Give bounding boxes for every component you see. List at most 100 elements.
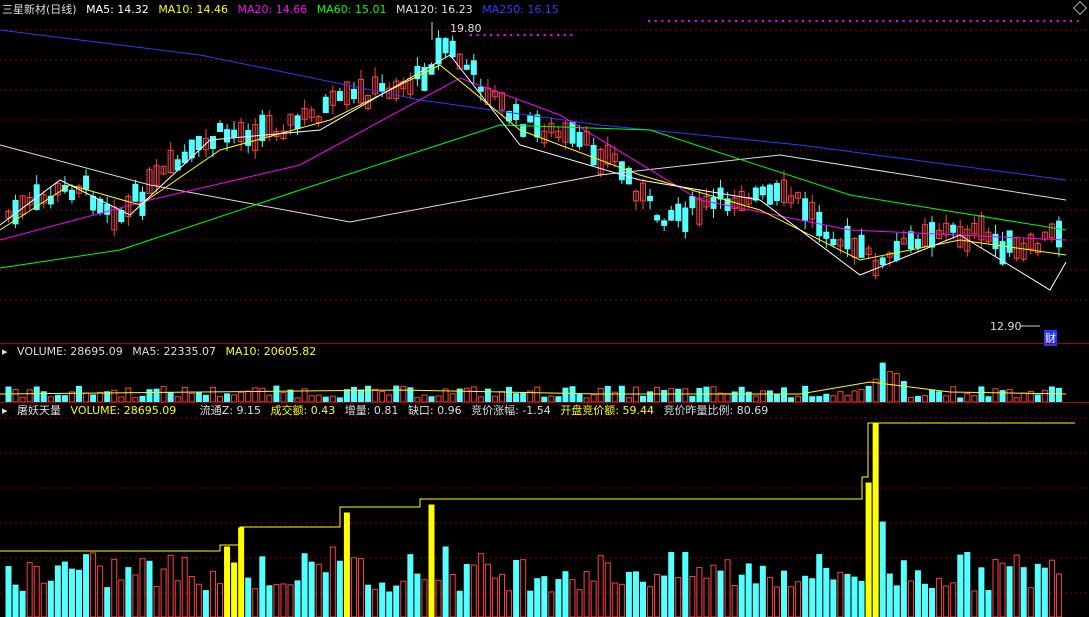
indicator-bar	[766, 576, 773, 617]
volume-bar	[661, 389, 668, 403]
signal-dot	[688, 20, 691, 22]
indicator-bar	[583, 571, 590, 617]
indicator-bar	[76, 569, 82, 617]
signal-dot	[828, 20, 831, 22]
volume-bar	[90, 394, 97, 403]
candle-body	[950, 224, 957, 233]
indicator-bar	[174, 580, 181, 617]
volume-ma10-label: MA10: 20605.82	[225, 345, 317, 358]
signal-dot	[808, 20, 811, 22]
indicator-bar	[950, 582, 957, 617]
indicator-pane[interactable]: ▸ 屠妖天量 VOLUME: 28695.09 流通Z: 9.15 成交额: 0…	[0, 403, 1089, 617]
volume-bar	[964, 393, 971, 403]
signal-dot	[701, 20, 704, 22]
price-pane[interactable]: 三星新材(日线) MA5: 14.32 MA10: 14.46 MA20: 14…	[0, 0, 1089, 346]
signal-dot	[648, 20, 650, 22]
candle-body	[576, 131, 583, 147]
indicator-bar	[654, 573, 661, 617]
indicator-bar	[823, 567, 830, 617]
indicator-bar	[936, 577, 943, 617]
signal-dot	[735, 20, 738, 22]
candle-body	[802, 198, 809, 221]
indicator-bar	[745, 563, 752, 617]
volume-bar	[682, 388, 689, 403]
indicator-bar	[527, 590, 534, 617]
signal-dot	[795, 20, 798, 22]
indicator-bar	[470, 564, 477, 617]
volume-bar	[1041, 389, 1048, 403]
indicator-bar	[879, 521, 886, 617]
indicator-bar	[224, 546, 231, 617]
candle-body	[118, 209, 125, 223]
indicator-chart[interactable]	[0, 403, 1089, 617]
volume-bar	[76, 385, 82, 403]
indicator-bar	[1006, 566, 1013, 617]
signal-dot	[755, 20, 758, 22]
volume-bar	[731, 391, 738, 403]
ind-auction-change: 竞价涨幅: -1.54	[471, 404, 551, 417]
signal-dot	[882, 20, 885, 22]
volume-bar	[992, 388, 999, 403]
volume-bar	[224, 393, 231, 403]
indicator-bar	[118, 579, 125, 617]
volume-bar	[865, 385, 872, 403]
indicator-bar	[985, 590, 992, 617]
indicator-bar	[259, 556, 266, 617]
indicator-bar	[146, 560, 153, 617]
candle-body	[907, 231, 914, 250]
candle-body	[682, 207, 689, 232]
candle-body	[217, 122, 223, 133]
signal-dot	[661, 20, 664, 22]
ind-turnover: 成交额: 0.43	[270, 404, 336, 417]
indicator-bar	[132, 574, 139, 617]
volume-bar	[766, 390, 773, 403]
candle-body	[590, 144, 597, 166]
indicator-bar	[484, 563, 491, 617]
indicator-bar	[569, 579, 576, 617]
indicator-bar	[795, 581, 802, 617]
volume-bar	[97, 391, 104, 403]
indicator-bar	[125, 567, 132, 617]
volume-bar	[647, 391, 654, 403]
indicator-bar	[407, 554, 414, 617]
indicator-bar	[231, 562, 238, 617]
signal-dot	[802, 20, 805, 22]
signal-dot	[490, 34, 493, 36]
signal-dot	[949, 20, 952, 22]
signal-dot	[822, 20, 825, 22]
volume-bar	[950, 386, 957, 403]
volume-bar	[421, 394, 428, 403]
indicator-bar	[238, 527, 245, 617]
volume-bar	[1006, 388, 1013, 403]
volume-bar	[470, 386, 477, 403]
signal-dot	[1063, 20, 1066, 22]
volume-bar	[781, 387, 787, 403]
volume-pane[interactable]: ▸ VOLUME: 28695.09 MA5: 22335.07 MA10: 2…	[0, 344, 1089, 403]
signal-dot	[942, 20, 945, 22]
signal-dot	[550, 34, 553, 36]
indicator-bar	[463, 564, 470, 617]
signal-dot	[902, 20, 905, 22]
volume-bar	[569, 386, 576, 403]
volume-bar	[1020, 392, 1027, 403]
indicator-bar	[54, 565, 61, 617]
volume-bar	[590, 394, 597, 403]
signal-dot	[875, 20, 878, 22]
signal-dot	[537, 34, 539, 36]
indicator-bar	[68, 568, 75, 617]
ma5-label: MA5: 14.32	[86, 3, 149, 16]
indicator-bar	[992, 559, 999, 617]
signal-dot	[543, 34, 546, 36]
candlestick-chart[interactable]	[0, 0, 1089, 343]
indicator-bar	[604, 562, 611, 617]
signal-dot	[849, 20, 851, 22]
volume-bar	[506, 386, 513, 403]
signal-dot	[869, 20, 872, 22]
volume-ma5-label: MA5: 22335.07	[132, 345, 216, 358]
indicator-bar	[90, 552, 97, 617]
indicator-bar	[393, 585, 400, 617]
volume-bar	[499, 391, 505, 403]
signal-dot	[715, 20, 717, 22]
indicator-bar	[541, 576, 548, 617]
candle-body	[766, 184, 773, 205]
